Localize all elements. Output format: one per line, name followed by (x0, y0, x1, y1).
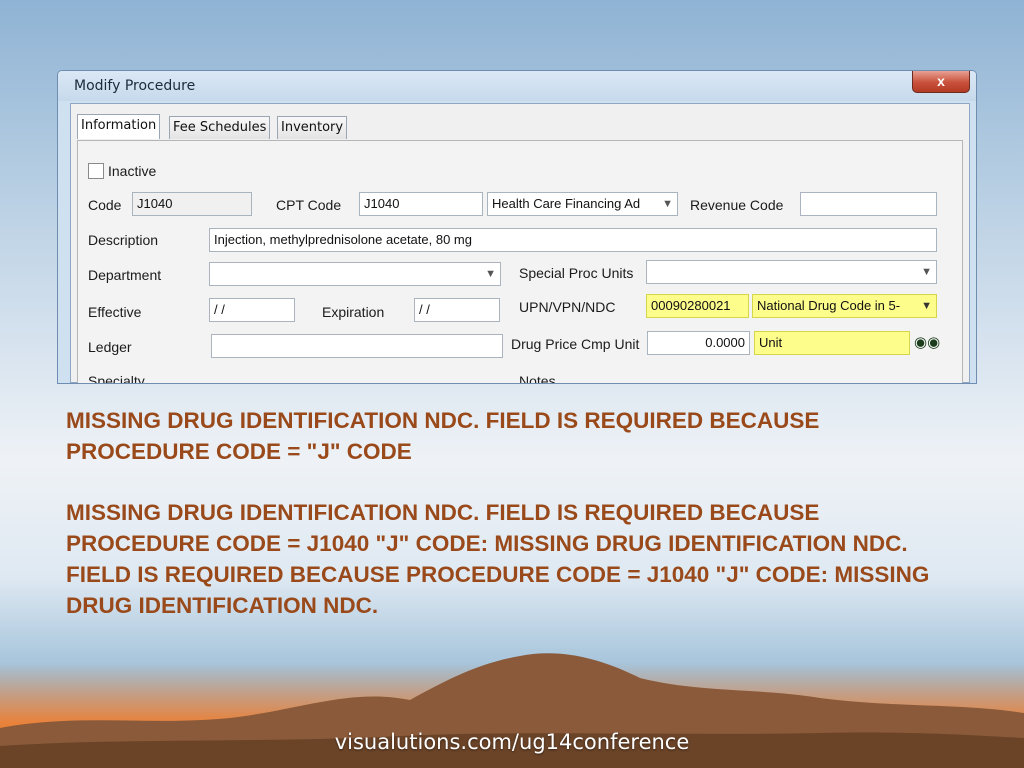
tab-information[interactable]: Information (77, 114, 161, 139)
revenue-code-field[interactable] (800, 192, 937, 216)
upn-vpn-ndc-label: UPN/VPN/NDC (519, 299, 616, 315)
ndc-field[interactable]: 00090280021 (646, 294, 749, 318)
specialty-label: Specialty (88, 373, 145, 384)
information-panel: Inactive Code J1040 CPT Code J1040 Healt… (77, 140, 963, 384)
inactive-checkbox[interactable] (88, 163, 104, 179)
cpt-code-field[interactable]: J1040 (359, 192, 483, 216)
error-message-1: MISSING DRUG IDENTIFICATION NDC. FIELD I… (66, 408, 820, 464)
department-select[interactable]: ▼ (209, 262, 501, 286)
modify-procedure-dialog: Modify Procedure x Information Fee Sched… (57, 70, 977, 384)
ndc-type-value: National Drug Code in 5- (757, 298, 901, 313)
dialog-body: Information Fee Schedules Inventory Inac… (70, 103, 970, 383)
ledger-field[interactable] (211, 334, 503, 358)
chevron-down-icon: ▼ (921, 266, 932, 278)
code-field[interactable]: J1040 (132, 192, 252, 216)
special-proc-units-select[interactable]: ▼ (646, 260, 937, 284)
drug-price-field[interactable]: 0.0000 (647, 331, 750, 355)
department-label: Department (88, 267, 162, 283)
unit-field[interactable]: Unit (754, 331, 910, 355)
cpt-source-value: Health Care Financing Ad (492, 196, 641, 211)
effective-label: Effective (88, 304, 142, 320)
close-button[interactable]: x (912, 71, 970, 93)
expiration-field[interactable]: / / (414, 298, 500, 322)
notes-label: Notes (519, 373, 556, 384)
dialog-titlebar: Modify Procedure x (58, 71, 976, 101)
expiration-label: Expiration (322, 304, 385, 320)
tab-fee-schedules[interactable]: Fee Schedules (169, 116, 271, 139)
revenue-code-label: Revenue Code (690, 197, 784, 213)
drug-price-cmp-unit-label: Drug Price Cmp Unit (511, 336, 640, 352)
cpt-source-select[interactable]: Health Care Financing Ad ▼ (487, 192, 678, 216)
special-proc-units-label: Special Proc Units (519, 265, 634, 281)
effective-field[interactable]: / / (209, 298, 295, 322)
binoculars-icon[interactable]: ◉◉ (914, 333, 940, 351)
chevron-down-icon: ▼ (485, 268, 496, 280)
tab-inventory[interactable]: Inventory (277, 116, 348, 139)
error-message-2: MISSING DRUG IDENTIFICATION NDC. FIELD I… (66, 500, 930, 618)
description-label: Description (88, 232, 159, 248)
chevron-down-icon: ▼ (921, 300, 932, 312)
dialog-title: Modify Procedure (74, 78, 196, 94)
chevron-down-icon: ▼ (662, 198, 673, 210)
ndc-type-select[interactable]: National Drug Code in 5- ▼ (752, 294, 937, 318)
cpt-code-label: CPT Code (276, 197, 342, 213)
description-field[interactable]: Injection, methylprednisolone acetate, 8… (209, 228, 937, 252)
inactive-label: Inactive (108, 163, 157, 179)
ledger-label: Ledger (88, 339, 132, 355)
code-label: Code (88, 197, 122, 213)
conference-url: visualutions.com/ug14conference (334, 730, 690, 754)
